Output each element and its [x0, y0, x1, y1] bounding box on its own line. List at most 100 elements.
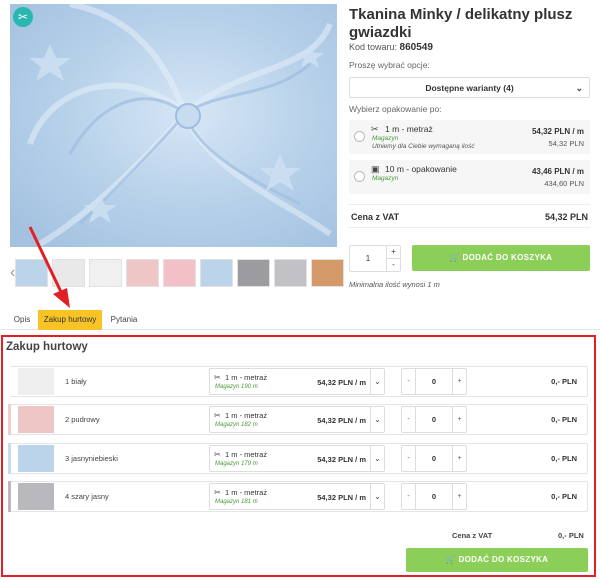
- package-label: 10 m - opakowanie: [385, 164, 457, 174]
- quantity-value[interactable]: 0: [416, 454, 452, 463]
- package-label: 1 m - metraż: [225, 373, 268, 382]
- tab-zakup-hurtowy[interactable]: Zakup hurtowy: [38, 310, 102, 330]
- variant-select[interactable]: Dostępne warianty (4) ⌄: [349, 77, 590, 98]
- quantity-minus-button[interactable]: -: [402, 446, 416, 471]
- quantity-value[interactable]: 0: [416, 492, 452, 501]
- package-price: 54,32 PLN / m: [317, 493, 366, 502]
- package-select[interactable]: ✂ 1 m - metraż Magazyn 190 m 54,32 PLN /…: [209, 368, 385, 395]
- product-image[interactable]: [10, 4, 337, 247]
- package-price: 43,46 PLN / m: [531, 167, 584, 176]
- wholesale-vat-value: 0,- PLN: [558, 531, 584, 540]
- package-stock: Magazyn 190 m: [215, 384, 258, 390]
- product-code-label: Kod towaru:: [349, 42, 398, 52]
- thumbnail-9[interactable]: [311, 259, 345, 287]
- add-to-cart-button[interactable]: 🛒 DODAĆ DO KOSZYKA: [412, 245, 590, 271]
- color-swatch: [18, 445, 54, 472]
- package-subprice: 54,32 PLN: [548, 139, 584, 148]
- package-price: 54,32 PLN / m: [317, 455, 366, 464]
- package-select[interactable]: ✂ 1 m - metraż Magazyn 181 m 54,32 PLN /…: [209, 483, 385, 510]
- quantity-minus-button[interactable]: -: [386, 259, 400, 272]
- package-stock: Magazyn 179 m: [215, 461, 258, 467]
- color-swatch: [18, 483, 54, 510]
- package-label: 1 m - metraż: [385, 124, 433, 134]
- quantity-stepper[interactable]: - 0 +: [401, 483, 467, 510]
- package-label: 1 m - metraż: [225, 411, 268, 420]
- chevron-down-icon[interactable]: ⌄: [370, 407, 384, 432]
- quantity-stepper[interactable]: - 0 +: [401, 406, 467, 433]
- minimum-quantity-note: Minimalna ilość wynosi 1 m: [349, 280, 440, 289]
- color-swatch: [18, 406, 54, 433]
- wholesale-row: 2 pudrowy ✂ 1 m - metraż Magazyn 182 m 5…: [8, 404, 588, 435]
- scissors-icon: ✂: [214, 411, 221, 420]
- quantity-plus-button[interactable]: +: [452, 369, 466, 394]
- product-tabs: Opis Zakup hurtowy Pytania: [0, 308, 600, 330]
- package-stock: Magazyn 181 m: [215, 499, 258, 505]
- product-photo: [10, 4, 337, 247]
- variant-name: 3 jasnyniebieski: [65, 454, 118, 463]
- cart-icon: 🛒: [445, 555, 457, 564]
- vat-price-row: Cena z VAT 54,32 PLN: [349, 204, 590, 228]
- thumbnail-4[interactable]: [126, 259, 160, 287]
- thumbnail-7[interactable]: [237, 259, 271, 287]
- scissors-icon: ✂: [214, 373, 221, 382]
- package-price: 54,32 PLN / m: [531, 127, 584, 136]
- wholesale-row: 4 szary jasny ✂ 1 m - metraż Magazyn 181…: [8, 481, 588, 512]
- variant-name: 1 biały: [65, 377, 87, 386]
- package-select[interactable]: ✂ 1 m - metraż Magazyn 182 m 54,32 PLN /…: [209, 406, 385, 433]
- quantity-value[interactable]: 0: [416, 415, 452, 424]
- product-title: Tkanina Minky / delikatny plusz gwiazdki: [349, 6, 573, 41]
- color-swatch: [18, 368, 54, 395]
- chevron-down-icon[interactable]: ⌄: [370, 446, 384, 471]
- quantity-minus-button[interactable]: -: [402, 484, 416, 509]
- package-price: 54,32 PLN / m: [317, 378, 366, 387]
- package-stock: Magazyn: [372, 135, 399, 142]
- package-select[interactable]: ✂ 1 m - metraż Magazyn 179 m 54,32 PLN /…: [209, 445, 385, 472]
- row-total: 0,- PLN: [551, 492, 577, 501]
- quantity-plus-button[interactable]: +: [452, 407, 466, 432]
- chevron-down-icon[interactable]: ⌄: [370, 369, 384, 394]
- chevron-down-icon[interactable]: ⌄: [370, 484, 384, 509]
- wholesale-title: Zakup hurtowy: [6, 341, 88, 353]
- cart-icon: 🛒: [449, 253, 461, 262]
- package-subprice: 434,60 PLN: [544, 179, 584, 188]
- variant-select-value: Dostępne warianty (4): [425, 83, 514, 93]
- wholesale-row: 1 biały ✂ 1 m - metraż Magazyn 190 m 54,…: [8, 366, 588, 397]
- add-to-cart-label: DODAĆ DO KOSZYKA: [458, 555, 549, 564]
- quantity-stepper[interactable]: - 0 +: [401, 445, 467, 472]
- scissors-icon: ✂: [214, 450, 221, 459]
- packaging-label: Wybierz opakowanie po:: [349, 104, 442, 114]
- thumbnail-6[interactable]: [200, 259, 234, 287]
- tab-opis[interactable]: Opis: [8, 310, 36, 330]
- box-icon: ▣: [371, 164, 380, 174]
- tab-pytania[interactable]: Pytania: [106, 310, 142, 330]
- variant-name: 4 szary jasny: [65, 492, 109, 501]
- quantity-minus-button[interactable]: -: [402, 407, 416, 432]
- thumbnail-5[interactable]: [163, 259, 197, 287]
- package-note: Utniemy dla Ciebie wymaganą ilość: [372, 143, 475, 150]
- thumbnail-3[interactable]: [89, 259, 123, 287]
- quantity-stepper[interactable]: 1 + -: [349, 245, 401, 272]
- package-option-1m[interactable]: ✂ 1 m - metraż Magazyn Utniemy dla Ciebi…: [349, 120, 590, 154]
- wholesale-row: 3 jasnyniebieski ✂ 1 m - metraż Magazyn …: [8, 443, 588, 474]
- package-radio[interactable]: [354, 131, 365, 142]
- quantity-value[interactable]: 1: [350, 254, 386, 263]
- scissors-icon: ✂: [13, 7, 33, 27]
- product-code-value: 860549: [399, 42, 433, 53]
- quantity-stepper[interactable]: - 0 +: [401, 368, 467, 395]
- thumbnail-8[interactable]: [274, 259, 308, 287]
- package-stock: Magazyn 182 m: [215, 422, 258, 428]
- vat-label: Cena z VAT: [351, 212, 400, 222]
- package-option-10m[interactable]: ▣ 10 m - opakowanie Magazyn 43,46 PLN / …: [349, 160, 590, 194]
- quantity-value[interactable]: 0: [416, 377, 452, 386]
- package-label: 1 m - metraż: [225, 488, 268, 497]
- quantity-plus-button[interactable]: +: [452, 446, 466, 471]
- package-radio[interactable]: [354, 171, 365, 182]
- vat-value: 54,32 PLN: [544, 212, 588, 222]
- wholesale-vat-label: Cena z VAT: [452, 531, 493, 540]
- quantity-plus-button[interactable]: +: [452, 484, 466, 509]
- quantity-plus-button[interactable]: +: [386, 246, 400, 259]
- color-strip: [8, 481, 11, 512]
- wholesale-add-to-cart-button[interactable]: 🛒 DODAĆ DO KOSZYKA: [406, 548, 588, 572]
- quantity-minus-button[interactable]: -: [402, 369, 416, 394]
- package-label: 1 m - metraż: [225, 450, 268, 459]
